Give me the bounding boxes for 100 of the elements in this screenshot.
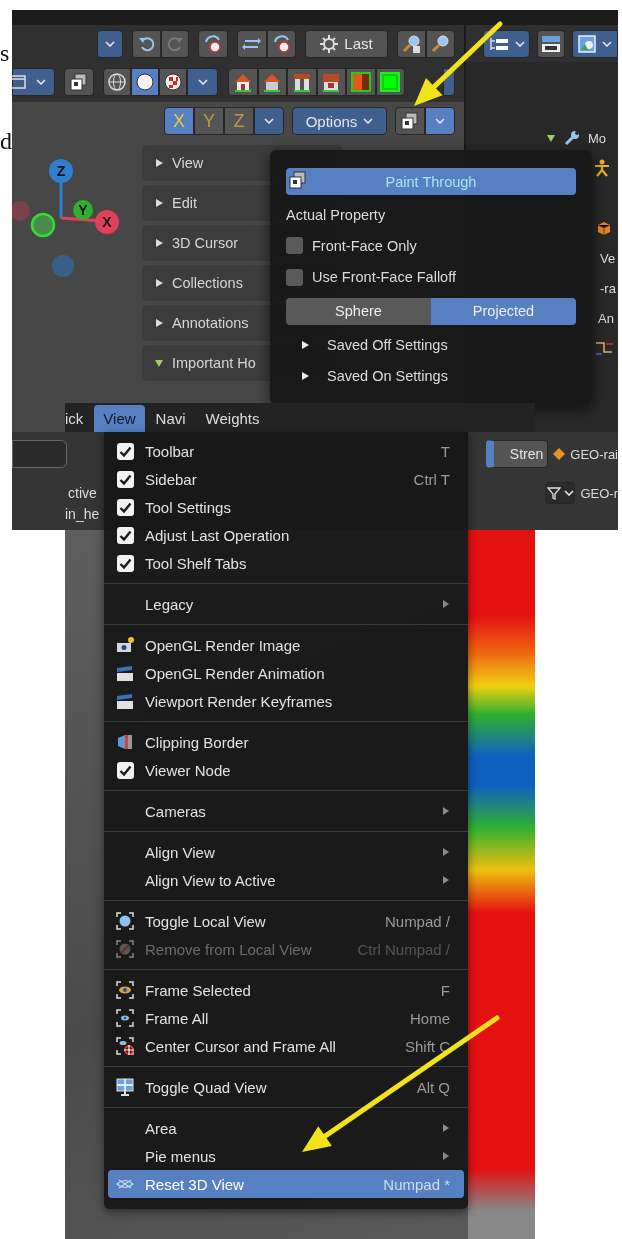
page-text: d (0, 127, 12, 156)
checkbox[interactable] (116, 554, 134, 572)
undo-icon (137, 34, 156, 53)
caret-icon (563, 490, 574, 496)
object-icon (552, 447, 567, 461)
menu-item[interactable]: Cameras (104, 797, 468, 825)
toggle-button[interactable] (257, 68, 287, 96)
caret-icon (435, 118, 445, 124)
submenu-arrow-icon (442, 875, 450, 885)
dropdown-button[interactable] (187, 68, 218, 96)
submenu-arrow-icon (442, 806, 450, 816)
shortcut-label: Alt Q (416, 1078, 450, 1096)
layout-icon (541, 34, 561, 53)
checkbox[interactable] (116, 470, 134, 488)
menu-item[interactable]: Align View (104, 838, 468, 866)
outliner-item[interactable]: Ve (600, 250, 616, 266)
checkbox[interactable] (116, 498, 134, 516)
object-dropdown[interactable]: GEO-r (580, 485, 618, 501)
submenu-arrow-icon (442, 1151, 450, 1161)
menu-bar-item[interactable]: Weights (196, 405, 269, 432)
menu-item[interactable]: Align View to Active (104, 866, 468, 894)
dropdown-button[interactable] (254, 107, 284, 135)
axis-label: Y (78, 202, 88, 218)
shortcut-label: Ctrl T (413, 470, 450, 488)
caret-icon (363, 118, 374, 124)
filter-dropdown[interactable] (545, 482, 576, 504)
menu-item[interactable]: Toolbar T (104, 437, 468, 465)
menu-item[interactable]: Tool Shelf Tabs (104, 549, 468, 577)
house-icon (321, 72, 342, 92)
shape-key-label: in_he (65, 506, 100, 522)
menu-item[interactable]: Pie menus (104, 1142, 468, 1170)
checkbox[interactable] (286, 268, 303, 286)
shortcut-label: Numpad / (384, 912, 450, 930)
shortcut-label: T (440, 442, 450, 460)
menu-item[interactable]: Legacy (104, 590, 468, 618)
clock-arrow-icon (271, 33, 292, 54)
shading-button[interactable] (131, 68, 159, 96)
menu-item[interactable]: OpenGL Render Animation (104, 659, 468, 687)
menu-bar-item[interactable]: ick (65, 405, 93, 432)
cube-icon (596, 220, 612, 236)
menu-item[interactable]: Viewport Render Keyframes (104, 687, 468, 715)
outliner-item[interactable]: -ra (600, 280, 616, 296)
shortcut-label: Ctrl Numpad / (357, 940, 450, 958)
menu-item[interactable]: Viewer Node (104, 756, 468, 784)
swap-button[interactable] (237, 29, 267, 58)
caret-icon (514, 40, 525, 47)
undo-button[interactable] (132, 29, 161, 58)
layout-button[interactable] (537, 29, 565, 58)
history-button[interactable] (198, 29, 228, 58)
menu-item[interactable]: Tool Settings (104, 493, 468, 521)
editor-type-button[interactable] (572, 29, 618, 58)
checkbox[interactable] (116, 442, 134, 460)
menu-item[interactable]: OpenGL Render Image (104, 631, 468, 659)
toggle-button[interactable] (375, 68, 405, 96)
magnifier-icon (430, 33, 451, 54)
menu-bar-item[interactable]: Navi (146, 405, 195, 432)
outliner-item[interactable]: An (598, 310, 614, 326)
menu-item[interactable]: Sidebar Ctrl T (104, 465, 468, 493)
navigation-gizmo-drawing[interactable] (12, 159, 119, 277)
toggle-button[interactable] (287, 68, 317, 96)
menu-item[interactable]: Area (104, 1114, 468, 1142)
search-button[interactable] (397, 29, 426, 58)
checkbox[interactable] (116, 526, 134, 544)
menu-bar-item[interactable]: View (94, 405, 145, 432)
menu-item[interactable]: Frame Selected F (104, 976, 468, 1004)
menu-item[interactable]: Reset 3D View Numpad * (108, 1170, 464, 1198)
overlap-squares-icon (69, 72, 89, 92)
toggle-button[interactable] (346, 68, 376, 96)
snap-button[interactable] (64, 68, 94, 96)
caret-icon (197, 79, 208, 85)
menu-item[interactable]: Toggle Quad View Alt Q (104, 1073, 468, 1101)
menu-item[interactable]: Toggle Local View Numpad / (104, 907, 468, 935)
menu-item[interactable]: Adjust Last Operation (104, 521, 468, 549)
checkbox[interactable] (286, 237, 303, 255)
dropdown-button[interactable] (425, 107, 455, 135)
dropdown-button[interactable] (12, 68, 55, 96)
shading-button[interactable] (159, 68, 187, 96)
mode-label: ctive (68, 485, 97, 501)
search-button[interactable] (426, 29, 455, 58)
menu-item[interactable]: Clipping Border (104, 728, 468, 756)
segment-button[interactable]: Sphere (286, 297, 431, 325)
display-mode-button[interactable] (483, 29, 530, 58)
options-button[interactable]: Options (292, 107, 387, 135)
toggle-button[interactable] (316, 68, 346, 96)
paint-through-button[interactable] (395, 107, 425, 135)
strength-button[interactable]: Stren (486, 440, 549, 468)
menu-item[interactable]: Frame All Home (104, 1004, 468, 1032)
dropdown-button[interactable] (97, 29, 123, 58)
redo-button[interactable] (161, 29, 189, 58)
outliner-item[interactable]: Mo (588, 130, 607, 146)
shading-button[interactable] (103, 68, 131, 96)
shortcut-label: F (440, 981, 450, 999)
checkbox[interactable] (116, 761, 134, 779)
repeat-button[interactable] (267, 29, 296, 58)
clock-arrow-icon (203, 33, 223, 54)
last-button[interactable]: Last (305, 29, 388, 58)
toggle-button[interactable] (228, 68, 258, 96)
house-icon (291, 72, 312, 92)
solid-sphere-icon (135, 72, 155, 92)
caret-icon (105, 40, 115, 47)
